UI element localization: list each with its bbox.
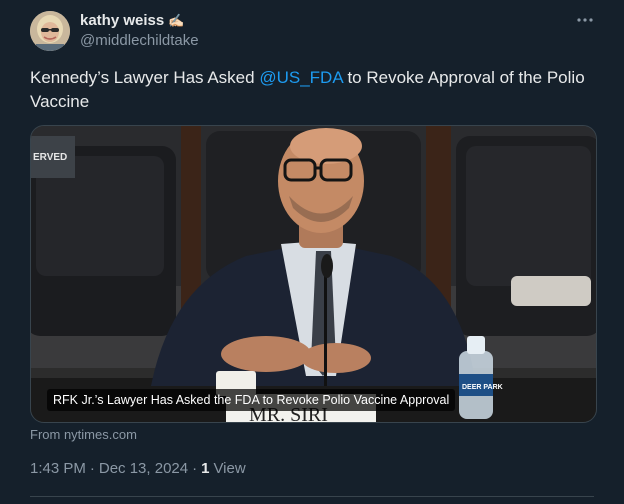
tweet-meta: 1:43 PM · Dec 13, 2024 · 1 View xyxy=(30,460,246,477)
tweet-card: kathy weiss ✍🏻 @middlechildtake Kennedy’… xyxy=(0,0,624,504)
more-options-button[interactable] xyxy=(574,10,596,32)
meta-separator: · xyxy=(89,460,95,477)
author-display-name[interactable]: kathy weiss ✍🏻 xyxy=(80,12,199,29)
author-handle[interactable]: @middlechildtake xyxy=(80,32,199,49)
video-caption: RFK Jr.’s Lawyer Has Asked the FDA to Re… xyxy=(47,389,456,411)
writing-hand-emoji-icon: ✍🏻 xyxy=(168,12,185,28)
views-label: View xyxy=(213,460,246,477)
avatar[interactable] xyxy=(30,11,70,51)
tweet-text: Kennedy’s Lawyer Has Asked @US_FDA to Re… xyxy=(30,66,600,114)
views-count: 1 xyxy=(201,460,210,477)
avatar-image xyxy=(30,11,70,51)
tweet-time[interactable]: 1:43 PM xyxy=(30,460,86,477)
video-frame: ERVED MR. SIRI DEER PARK xyxy=(31,126,596,422)
background-sign-text: ERVED xyxy=(33,152,67,163)
tweet-date[interactable]: Dec 13, 2024 xyxy=(99,460,188,477)
author-display-name-text[interactable]: kathy weiss xyxy=(80,12,164,29)
bottle-label-text: DEER PARK xyxy=(462,384,503,391)
more-horizontal-icon xyxy=(577,18,593,22)
author-block: kathy weiss ✍🏻 @middlechildtake xyxy=(80,12,199,49)
video-media[interactable]: ERVED MR. SIRI DEER PARK xyxy=(30,125,597,423)
mention-link[interactable]: @US_FDA xyxy=(259,68,342,87)
tweet-text-part-1: Kennedy’s Lawyer Has Asked xyxy=(30,68,260,87)
card-source-link[interactable]: From nytimes.com xyxy=(30,427,137,442)
meta-separator-2: · xyxy=(192,460,198,477)
divider xyxy=(30,496,594,497)
